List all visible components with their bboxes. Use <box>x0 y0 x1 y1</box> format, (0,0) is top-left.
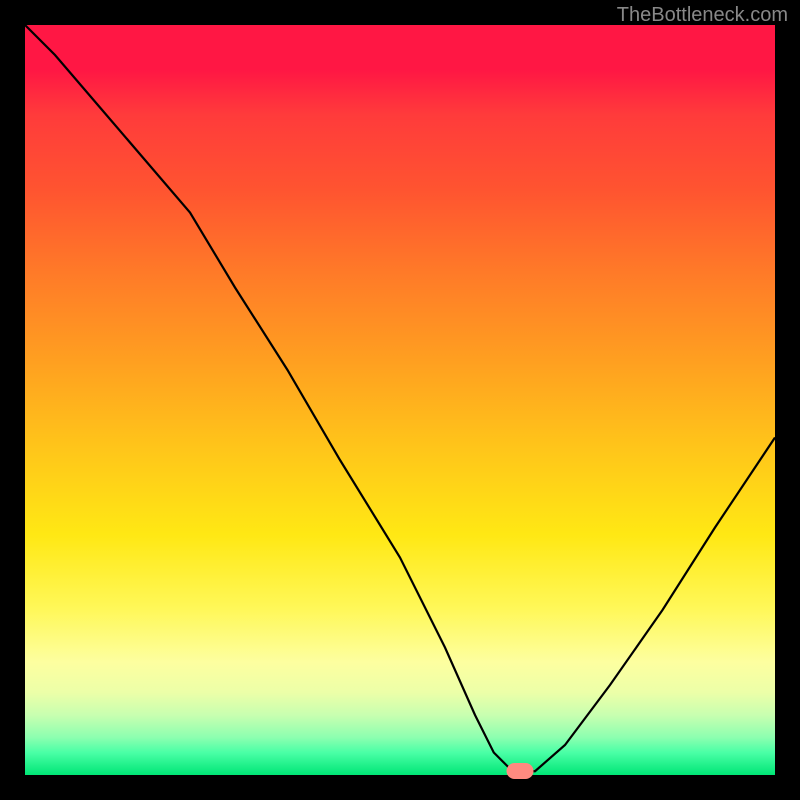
watermark-text: TheBottleneck.com <box>617 4 788 27</box>
plot-area <box>25 25 775 775</box>
bottleneck-curve <box>25 25 775 771</box>
curve-svg <box>25 25 775 775</box>
optimal-marker <box>507 763 534 779</box>
